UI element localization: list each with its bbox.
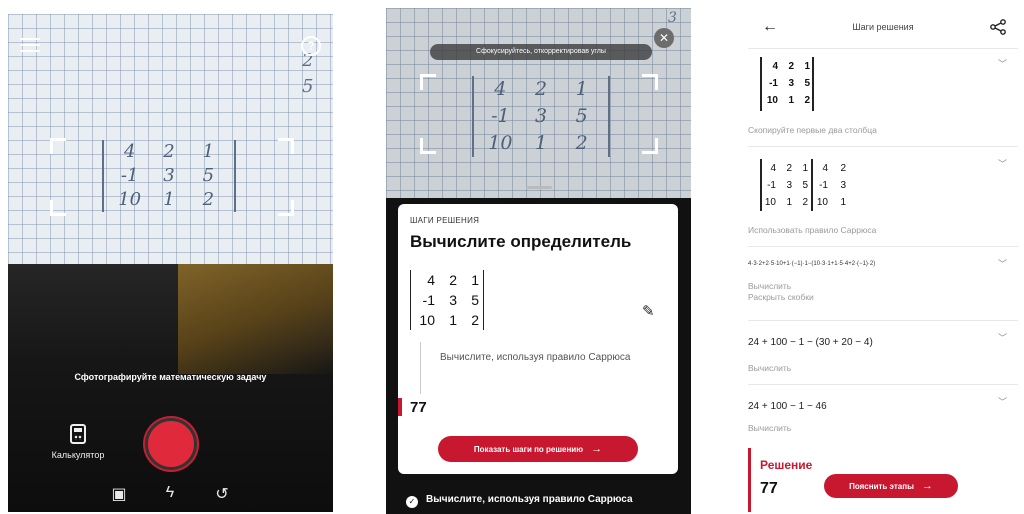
bg-number: 3 xyxy=(668,10,677,26)
step-item[interactable]: ﹀ 421 -1 3 5 10 1 2 Скопируйте первые два ст… xyxy=(748,48,1018,144)
crop-corner[interactable] xyxy=(278,200,294,216)
crop-corner[interactable] xyxy=(420,74,436,90)
crop-corner[interactable] xyxy=(50,138,66,154)
camera-screen: 2 5 ? 421 -1 3 5 10 1 2 Сфотографируйте мате… xyxy=(8,14,333,512)
step-item[interactable]: ﹀ 24 + 100 − 1 − (30 + 20 − 4) Вычислить xyxy=(748,320,1018,382)
camera-bottom-bar: ▣ ϟ ↺ xyxy=(8,484,333,508)
arrow-right-icon: → xyxy=(591,443,603,455)
chevron-down-icon[interactable]: ﹀ xyxy=(998,395,1007,408)
bg-number: 5 xyxy=(302,76,314,97)
step-matrix: 42142 -1 3 5 -1 3 10 1 2 10 1 xyxy=(764,163,846,208)
share-icon[interactable] xyxy=(990,19,1006,35)
explain-steps-button[interactable]: Пояснить этапы → xyxy=(824,474,958,498)
step-description: Вычислите, используя правило Саррюса xyxy=(440,352,631,363)
flash-icon[interactable]: ϟ xyxy=(160,484,180,502)
screenshot-collage: 2 5 ? 421 -1 3 5 10 1 2 Сфотографируйте мате… xyxy=(0,0,1024,514)
step-caption: Использовать правило Саррюса xyxy=(748,225,877,235)
calculator-icon xyxy=(70,424,86,444)
check-icon: ✓ xyxy=(406,496,418,508)
chevron-down-icon[interactable]: ﹀ xyxy=(998,257,1007,270)
step-item[interactable]: ﹀ 4·3·2+2·5·10+1·(−1)·1−(10·3·1+1·5·4+2·… xyxy=(748,246,1018,318)
solution-steps-screen: ← Шаги решения ﹀ 421 -1 3 5 10 1 2 Скопируйт… xyxy=(748,8,1018,514)
chevron-down-icon[interactable]: ﹀ xyxy=(998,157,1007,170)
arrow-right-icon: → xyxy=(921,480,933,492)
page-title: Шаги решения xyxy=(852,22,914,32)
calculator-button[interactable]: Калькулятор xyxy=(38,424,118,460)
photo-matrix: 421 -1 3 5 10 1 2 xyxy=(472,76,610,157)
solution-sheet-screen: 3 Сфокусируйтесь, откорректировав углы ✕… xyxy=(386,8,691,514)
menu-icon[interactable] xyxy=(20,38,40,52)
crop-corner[interactable] xyxy=(642,138,658,154)
chevron-down-icon[interactable]: ﹀ xyxy=(998,331,1007,344)
crop-corner[interactable] xyxy=(50,200,66,216)
crop-corner[interactable] xyxy=(420,138,436,154)
pencil-icon[interactable]: ✎ xyxy=(642,302,655,320)
focus-tip: Сфокусируйтесь, откорректировав углы xyxy=(430,44,652,60)
chevron-down-icon[interactable]: ﹀ xyxy=(998,57,1007,70)
crop-corner[interactable] xyxy=(278,138,294,154)
step-expression: 4·3·2+2·5·10+1·(−1)·1−(10·3·1+1·5·4+2·(−… xyxy=(748,261,876,267)
sheet-drag-handle[interactable] xyxy=(526,186,552,189)
show-steps-button[interactable]: Показать шаги по решению → xyxy=(438,436,638,462)
step-expression: 24 + 100 − 1 − 46 xyxy=(748,401,827,412)
problem-matrix[interactable]: 421 -1 3 5 10 1 2 xyxy=(410,270,484,330)
step-caption: Раскрыть скобки xyxy=(748,292,814,302)
step-item[interactable]: ﹀ 42142 -1 3 5 -1 3 10 1 2 10 1 Использовать пра… xyxy=(748,146,1018,244)
help-icon[interactable]: ? xyxy=(301,36,321,56)
next-step-preview[interactable]: Вычислите, используя правило Саррюса xyxy=(426,494,676,506)
step-caption: Скопируйте первые два столбца xyxy=(748,125,877,135)
gallery-icon[interactable]: ▣ xyxy=(109,484,129,504)
shutter-button[interactable] xyxy=(145,418,197,470)
step-item[interactable]: ﹀ 24 + 100 − 1 − 46 Вычислить xyxy=(748,384,1018,444)
result-value: 77 xyxy=(410,399,427,416)
close-icon[interactable]: ✕ xyxy=(654,28,674,48)
step-caption: Вычислить xyxy=(748,363,792,373)
camera-prompt: Сфотографируйте математическую задачу xyxy=(74,372,267,382)
solution-sheet: ШАГИ РЕШЕНИЯ Вычислите определитель 421 … xyxy=(398,204,678,474)
crop-corner[interactable] xyxy=(642,74,658,90)
sheet-kicker: ШАГИ РЕШЕНИЯ xyxy=(410,216,480,225)
solution-label: Решение xyxy=(760,458,813,472)
solution-value: 77 xyxy=(760,480,778,497)
step-caption: Вычислить xyxy=(748,423,792,433)
photo-matrix: 421 -1 3 5 10 1 2 xyxy=(102,140,236,212)
step-expression: 24 + 100 − 1 − (30 + 20 − 4) xyxy=(748,337,873,348)
sheet-title: Вычислите определитель xyxy=(410,232,632,251)
step-matrix: 421 -1 3 5 10 1 2 xyxy=(766,61,810,106)
step-caption: Вычислить xyxy=(748,281,792,291)
top-bar: ← Шаги решения xyxy=(748,8,1018,46)
calculator-label: Калькулятор xyxy=(51,450,105,460)
history-icon[interactable]: ↺ xyxy=(212,484,232,504)
